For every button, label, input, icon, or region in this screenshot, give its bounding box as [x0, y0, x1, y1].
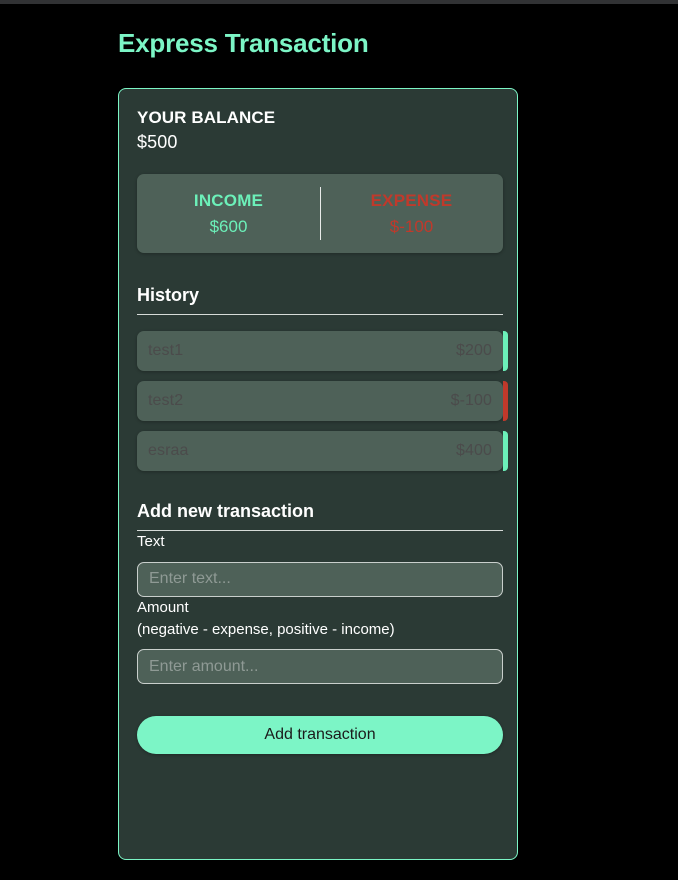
history-heading: History	[137, 285, 200, 305]
expense-value: $-100	[389, 216, 434, 236]
card-inner: YOUR BALANCE $500 INCOME $600 EXPENSE $-…	[137, 108, 508, 842]
form-divider	[137, 530, 503, 531]
amount-label-line1: Amount	[137, 598, 189, 616]
amount-label-line2: (negative - expense, positive - income)	[137, 620, 395, 638]
history-list: test1 $200 test2 $-100 esraa $400	[137, 331, 508, 471]
history-item-text: test1	[148, 342, 184, 359]
text-field-label: Text	[137, 533, 165, 550]
history-item-amount: $-100	[450, 392, 492, 409]
income-expense-summary: INCOME $600 EXPENSE $-100	[137, 174, 503, 253]
balance-heading: YOUR BALANCE	[137, 108, 276, 127]
income-value: $600	[209, 216, 248, 236]
history-item-text: esraa	[148, 442, 189, 459]
history-item[interactable]: test2 $-100	[137, 381, 508, 421]
add-transaction-button[interactable]: Add transaction	[137, 716, 503, 755]
amount-field-label: Amount (negative - expense, positive - i…	[137, 599, 395, 638]
expense-label: EXPENSE	[370, 190, 453, 210]
summary-divider	[320, 187, 321, 240]
balance-amount: $500	[137, 132, 178, 152]
history-item-text: test2	[148, 392, 184, 409]
history-item-amount: $200	[456, 342, 492, 359]
expense-block: EXPENSE $-100	[320, 174, 503, 253]
history-divider	[137, 314, 503, 315]
income-label: INCOME	[193, 190, 264, 210]
history-item[interactable]: esraa $400	[137, 431, 508, 471]
page-title: Express Transaction	[118, 28, 369, 58]
income-block: INCOME $600	[137, 174, 320, 253]
text-input[interactable]	[137, 561, 503, 597]
amount-input[interactable]	[137, 649, 503, 685]
add-transaction-heading: Add new transaction	[137, 501, 315, 521]
history-item[interactable]: test1 $200	[137, 331, 508, 371]
transaction-card: YOUR BALANCE $500 INCOME $600 EXPENSE $-…	[118, 88, 518, 860]
history-item-amount: $400	[456, 442, 492, 459]
page-root: Express Transaction YOUR BALANCE $500 IN…	[0, 4, 678, 880]
